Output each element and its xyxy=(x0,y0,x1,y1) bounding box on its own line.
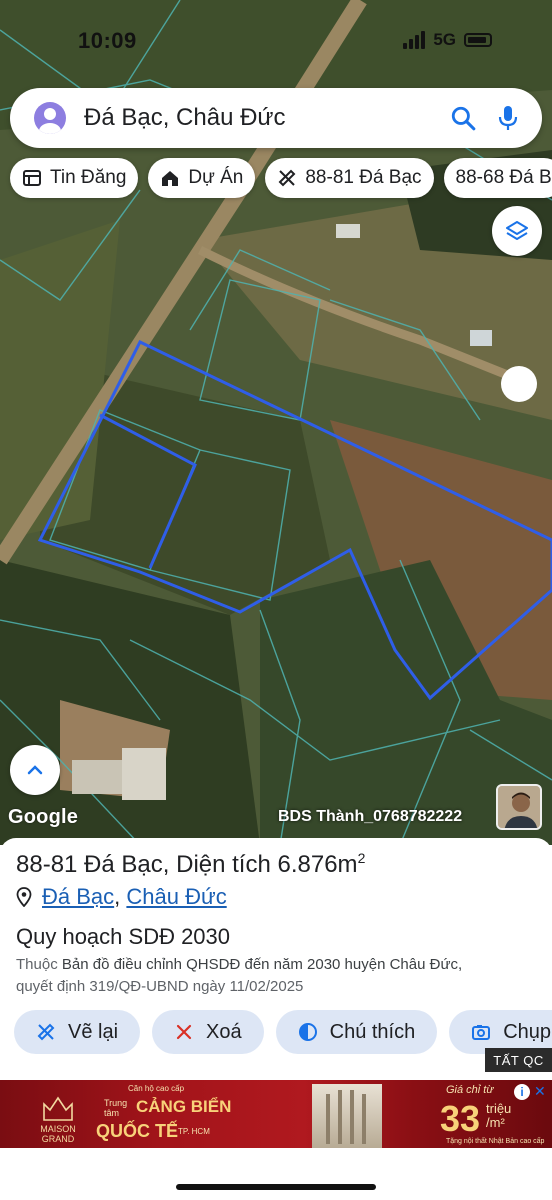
ad-city: TP. HCM xyxy=(178,1127,210,1136)
house-icon xyxy=(162,171,179,186)
ad-trung-tam: Trung tâm xyxy=(104,1098,128,1118)
redraw-button[interactable]: Vẽ lại xyxy=(14,1010,141,1054)
person-photo-icon xyxy=(498,786,540,828)
camera-icon xyxy=(472,1025,491,1040)
action-label: Vẽ lại xyxy=(68,1020,119,1043)
plan-decision: quyết định 319/QĐ-UBND ngày 11/02/2025 xyxy=(16,978,304,995)
map-location-marker[interactable] xyxy=(501,366,537,402)
ad-price: 33 xyxy=(440,1098,481,1139)
filter-chips: Tin Đăng Dự Án 88-81 Đá Bạc 88-68 Đá B xyxy=(10,158,552,198)
search-input[interactable]: Đá Bạc, Châu Đức xyxy=(84,104,450,132)
satellite-map[interactable]: 10:09 5G Đá Bạc, Châu Đức Tin Đăng Dự Án… xyxy=(0,0,552,845)
search-bar[interactable]: Đá Bạc, Châu Đức xyxy=(10,88,542,148)
owner-avatar[interactable] xyxy=(496,784,542,830)
area-unit-superscript: 2 xyxy=(357,850,366,866)
action-label: Chú thích xyxy=(329,1020,416,1043)
ad-footnote: Tặng nội thất Nhật Bản cao cấp xyxy=(446,1138,545,1145)
ad-headline-2: QUỐC TẾ xyxy=(96,1121,179,1141)
location-commune-link[interactable]: Đá Bạc xyxy=(42,884,114,910)
network-type: 5G xyxy=(433,30,456,49)
plan-description: Thuộc Bản đồ điều chỉnh QHSDĐ đến năm 20… xyxy=(16,954,546,998)
ad-close-icon[interactable]: ✕ xyxy=(534,1083,546,1100)
ad-headline-1: CẢNG BIỂN xyxy=(136,1097,232,1116)
plan-title: Quy hoạch SDĐ 2030 xyxy=(16,924,231,949)
area-prefix: Diện tích xyxy=(176,851,271,878)
chip-tin-dang[interactable]: Tin Đăng xyxy=(10,158,139,198)
screen: 10:09 5G Đá Bạc, Châu Đức Tin Đăng Dự Án… xyxy=(0,0,552,1200)
chip-label: 88-68 Đá B xyxy=(455,167,552,188)
chip-label: Dự Án xyxy=(188,167,244,188)
chip-parcel-88-81[interactable]: 88-81 Đá Bạc xyxy=(265,158,434,198)
ad-price-unit: triệu /m² xyxy=(486,1101,512,1130)
newspaper-icon xyxy=(23,170,41,186)
chevron-up-icon xyxy=(27,765,43,775)
advertisement-banner[interactable]: MAISON GRAND Căn hộ cao cấp Trung tâm CẢ… xyxy=(0,1080,552,1148)
plan-map-link[interactable]: Bản đồ điều chỉnh QHSDĐ đến năm 2030 huy… xyxy=(62,956,462,973)
microphone-icon[interactable] xyxy=(496,105,520,131)
action-label: Chụp xyxy=(503,1020,552,1043)
contrast-icon xyxy=(298,1023,317,1041)
battery-icon xyxy=(464,33,492,47)
chip-label: 88-81 Đá Bạc xyxy=(305,167,422,188)
owner-label: BDS Thành_0768782222 xyxy=(278,808,463,825)
chip-du-an[interactable]: Dự Án xyxy=(148,158,256,198)
status-bar: 10:09 5G xyxy=(0,26,552,56)
ad-building-image xyxy=(312,1084,382,1148)
redraw-icon xyxy=(37,1023,55,1041)
home-indicator[interactable] xyxy=(176,1184,376,1190)
ad-price-label: Giá chỉ từ xyxy=(446,1084,494,1096)
x-icon xyxy=(176,1024,192,1040)
search-icon[interactable] xyxy=(450,105,476,131)
google-attribution: Google xyxy=(8,806,79,828)
expand-up-button[interactable] xyxy=(10,745,60,795)
chip-label: Tin Đăng xyxy=(50,167,127,188)
location-pin-icon xyxy=(16,887,32,907)
parcel-title: 88-81 Đá Bạc, Diện tích 6.876m2 xyxy=(16,850,366,878)
plan-desc-prefix: Thuộc xyxy=(16,956,58,973)
parcel-name: 88-81 Đá Bạc xyxy=(16,851,163,878)
location-district-link[interactable]: Châu Đức xyxy=(126,884,226,910)
layers-icon xyxy=(506,221,528,240)
building-icon xyxy=(326,1090,366,1144)
legend-button[interactable]: Chú thích xyxy=(275,1010,438,1054)
account-avatar-icon[interactable] xyxy=(34,102,66,134)
location-row: Đá Bạc, Châu Đức xyxy=(16,884,227,910)
ad-info-icon[interactable]: i xyxy=(514,1084,530,1100)
status-icons: 5G xyxy=(403,30,492,50)
hide-ads-button[interactable]: TẤT QC xyxy=(485,1048,552,1072)
ruler-icon xyxy=(278,169,296,187)
status-time: 10:09 xyxy=(78,28,137,53)
crown-logo-icon xyxy=(43,1096,73,1121)
action-buttons: Vẽ lại Xoá Chú thích Chụp xyxy=(14,1010,552,1054)
layers-button[interactable] xyxy=(492,206,542,256)
chip-parcel-88-68[interactable]: 88-68 Đá B xyxy=(443,158,552,198)
delete-button[interactable]: Xoá xyxy=(152,1010,264,1054)
parcel-info-sheet: 88-81 Đá Bạc, Diện tích 6.876m2 Đá Bạc, … xyxy=(0,838,552,1200)
area-value: 6.876m xyxy=(277,851,358,878)
ad-logo: MAISON GRAND xyxy=(36,1094,80,1144)
ad-small-text: Căn hộ cao cấp xyxy=(128,1084,185,1093)
signal-icon xyxy=(403,31,426,49)
action-label: Xoá xyxy=(206,1020,242,1043)
